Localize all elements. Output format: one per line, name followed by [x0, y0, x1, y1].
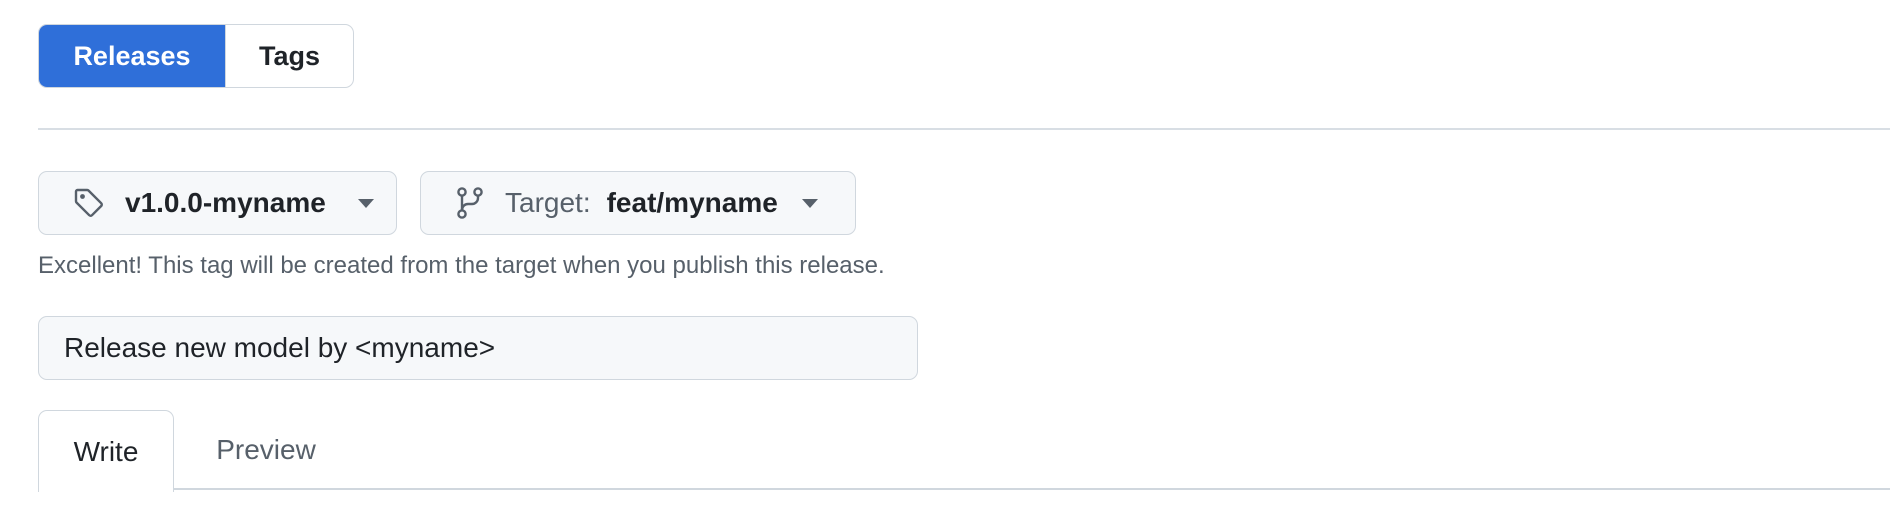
chevron-down-icon — [357, 198, 374, 208]
chevron-down-icon — [801, 198, 818, 208]
tab-preview[interactable]: Preview — [190, 410, 342, 490]
tag-icon — [73, 187, 105, 219]
tag-select-button[interactable]: v1.0.0-myname — [38, 171, 397, 235]
header-divider — [38, 128, 1890, 130]
tag-hint-text: Excellent! This tag will be created from… — [38, 252, 885, 279]
releases-tab-button[interactable]: Releases — [39, 25, 225, 87]
tags-tab-button[interactable]: Tags — [225, 25, 353, 87]
tag-select-value: v1.0.0-myname — [125, 187, 326, 218]
release-title-input[interactable] — [38, 316, 918, 380]
target-branch-value: feat/myname — [606, 187, 778, 218]
tab-write[interactable]: Write — [38, 410, 174, 492]
release-form: Releases Tags v1.0.0-myname Target: feat… — [0, 0, 1890, 506]
target-branch-select-button[interactable]: Target: feat/myname — [420, 171, 856, 235]
target-label: Target: — [505, 187, 591, 218]
releases-tags-segmented-control: Releases Tags — [38, 24, 354, 88]
git-branch-icon — [455, 186, 485, 220]
